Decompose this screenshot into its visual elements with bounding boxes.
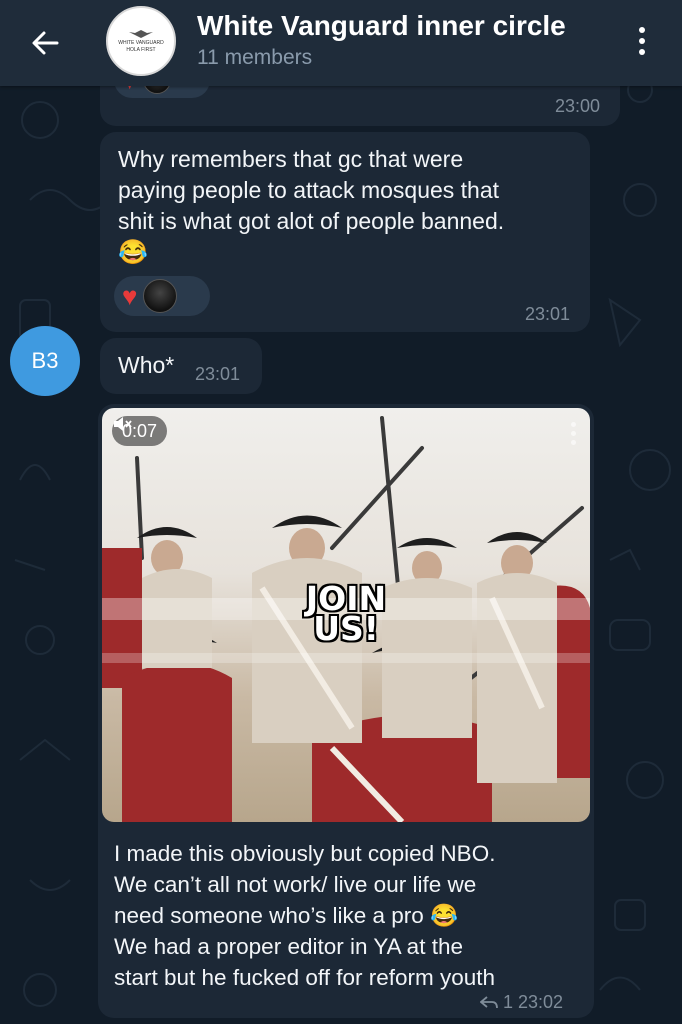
message-bubble[interactable]: Who* 23:01 (100, 338, 262, 394)
video-duration-badge[interactable]: 0:07 (112, 416, 168, 446)
message-text: Why remembers that gc that were paying p… (118, 144, 588, 268)
dot-icon (639, 27, 645, 33)
dot-icon (639, 49, 645, 55)
message-line: need someone who’s like a pro 😂 (114, 903, 459, 928)
message-text: I made this obviously but copied NBO. We… (114, 838, 584, 993)
dot-icon (639, 38, 645, 44)
message-line: Why remembers that gc that were (118, 146, 464, 172)
back-button[interactable] (22, 20, 68, 66)
overlay-line: US! (313, 609, 379, 648)
arrow-left-icon (32, 31, 59, 55)
message-line: We had a proper editor in YA at the (114, 934, 463, 959)
video-menu-icon[interactable] (571, 422, 576, 445)
message-bubble[interactable]: Why remembers that gc that were paying p… (100, 132, 590, 332)
muted-speaker-icon[interactable] (112, 416, 132, 432)
message-line: start but he fucked off for reform youth (114, 965, 496, 990)
message-time: 23:00 (554, 96, 600, 116)
message-text: Who* (118, 352, 175, 378)
group-logo: WHITE VANGUARD HOLA FIRST (118, 28, 164, 54)
reply-arrow-icon (480, 995, 498, 1008)
reply-indicator[interactable]: 1 23:02 (480, 992, 563, 1013)
chat-header: WHITE VANGUARD HOLA FIRST White Vanguard… (0, 0, 682, 86)
sender-avatar[interactable]: B3 (10, 326, 80, 396)
message-time: 23:02 (518, 992, 564, 1012)
heart-reaction-icon[interactable]: ♥ (122, 283, 137, 309)
message-time: 23:01 (195, 364, 241, 384)
reactions-bar[interactable]: ♥ (114, 276, 210, 316)
eagle-icon (129, 30, 153, 38)
logo-line-2: HOLA FIRST (126, 47, 156, 53)
message-line: I made this obviously but copied NBO. (114, 841, 496, 866)
chat-title[interactable]: White Vanguard inner circle (197, 10, 566, 42)
video-overlay-text: JOIN US! (102, 582, 590, 648)
group-avatar[interactable]: WHITE VANGUARD HOLA FIRST (106, 6, 176, 76)
more-options-button[interactable] (624, 18, 660, 64)
member-count: 11 members (197, 46, 313, 69)
reply-count: 1 (503, 992, 514, 1012)
reactor-avatar (143, 279, 178, 313)
message-line: We can’t all not work/ live our life we (114, 872, 477, 897)
video-player[interactable]: 0:07 JOIN US! (102, 408, 590, 822)
logo-line-1: WHITE VANGUARD (118, 40, 164, 46)
message-time: 23:01 (524, 304, 570, 324)
message-line: shit is what got alot of people banned. (118, 208, 505, 234)
message-line: paying people to attack mosques that (118, 177, 500, 203)
laughing-emoji: 😂 (118, 239, 148, 266)
